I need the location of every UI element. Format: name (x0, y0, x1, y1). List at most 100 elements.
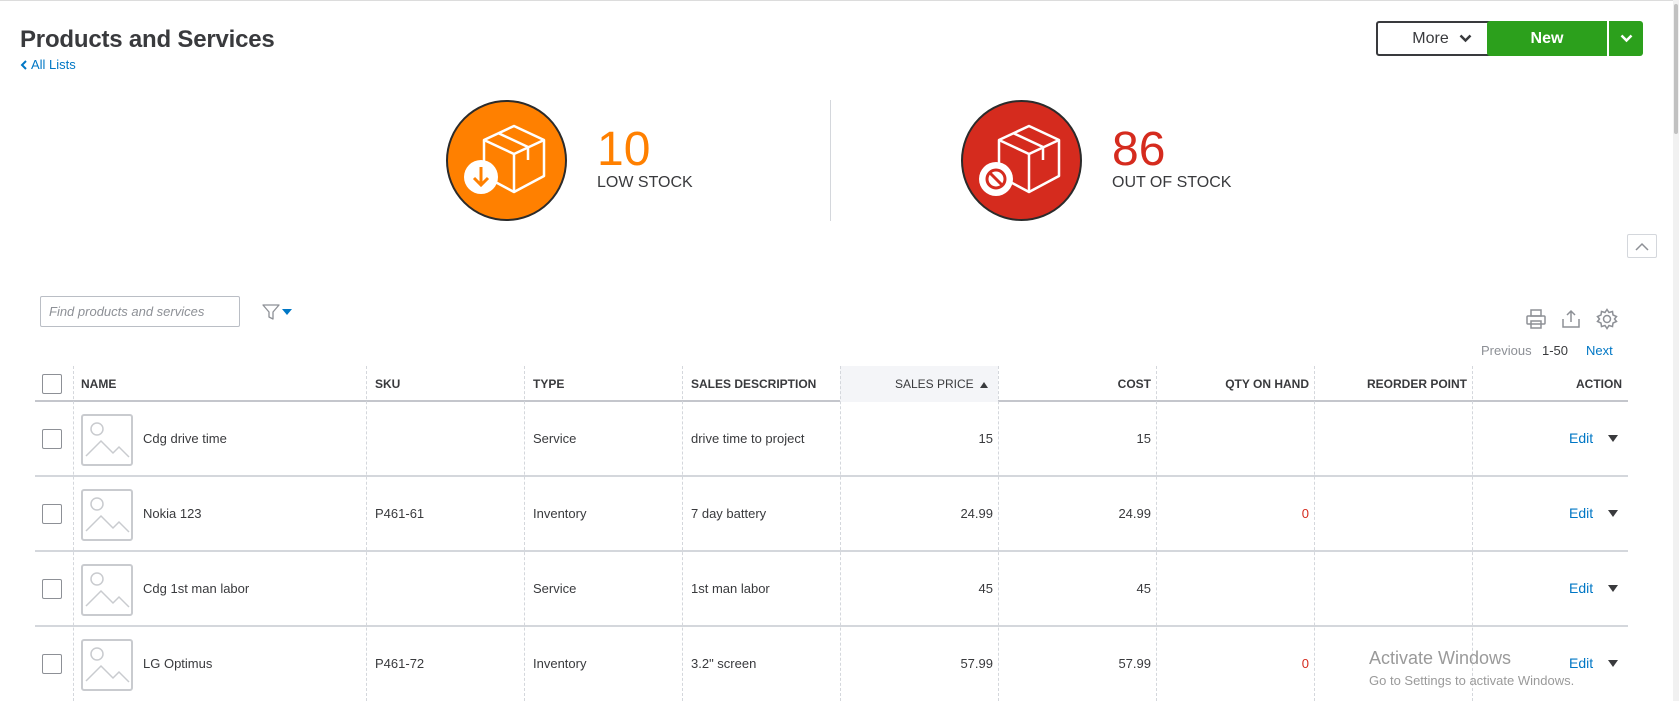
product-cost: 45 (1136, 581, 1151, 596)
product-sales-price: 45 (978, 581, 993, 596)
product-image-placeholder (81, 489, 133, 541)
product-qty-on-hand: 0 (1301, 656, 1309, 671)
sales-price-header-label: SALES PRICE (894, 377, 974, 391)
edit-link[interactable]: Edit (1569, 627, 1593, 700)
product-sku: P461-72 (375, 656, 425, 671)
product-name[interactable]: LG Optimus (143, 627, 212, 700)
print-icon[interactable] (1525, 308, 1547, 330)
column-header-sku[interactable]: SKU (375, 366, 400, 402)
product-description: drive time to project (691, 431, 805, 446)
new-button[interactable]: New (1487, 21, 1607, 56)
caret-down-icon[interactable] (1608, 660, 1618, 667)
product-qty-on-hand (1156, 552, 1309, 625)
low-stock-count: 10 (597, 123, 651, 176)
column-header-sales-price[interactable]: SALES PRICE (840, 366, 998, 402)
column-header-qty-on-hand[interactable]: QTY ON HAND (1156, 366, 1309, 402)
chevron-up-icon (1635, 242, 1649, 251)
product-sales-price: 24.99 (960, 506, 993, 521)
column-separator (524, 366, 525, 701)
row-checkbox[interactable] (42, 504, 62, 524)
product-name[interactable]: Nokia 123 (143, 477, 202, 550)
collapse-summary-button[interactable] (1627, 234, 1657, 258)
column-header-name[interactable]: NAME (81, 366, 116, 402)
product-description: 7 day battery (691, 506, 767, 521)
column-header-reorder-point[interactable]: REORDER POINT (1314, 366, 1467, 402)
table-header: NAME SKU TYPE SALES DESCRIPTION SALES PR… (35, 366, 1628, 402)
search-input[interactable] (40, 296, 240, 327)
caret-down-icon[interactable] (1608, 435, 1618, 442)
image-placeholder-icon (85, 422, 130, 458)
pager-next[interactable]: Next (1586, 343, 1613, 358)
column-header-sales-description[interactable]: SALES DESCRIPTION (691, 366, 816, 402)
product-qty-on-hand: 0 (1301, 506, 1309, 521)
product-cost: 24.99 (1118, 506, 1151, 521)
low-stock-label: LOW STOCK (597, 174, 693, 191)
column-separator (840, 366, 841, 701)
product-sales-price: 57.99 (960, 656, 993, 671)
column-header-cost[interactable]: COST (998, 366, 1151, 402)
pager-range: 1-50 (1542, 343, 1569, 358)
product-cost: 57.99 (1118, 656, 1151, 671)
row-checkbox[interactable] (42, 654, 62, 674)
pager-previous: Previous (1481, 343, 1532, 358)
top-border (0, 0, 1679, 1)
product-reorder-point (1314, 477, 1467, 550)
product-type: Inventory (533, 656, 587, 671)
select-all-checkbox[interactable] (42, 374, 62, 394)
edit-link[interactable]: Edit (1569, 402, 1593, 475)
box-down-icon (464, 124, 546, 194)
column-header-action: ACTION (1576, 377, 1622, 391)
edit-link[interactable]: Edit (1569, 477, 1593, 550)
product-name[interactable]: Cdg drive time (143, 402, 227, 475)
sort-ascending-icon (980, 381, 988, 388)
product-sku: P461-61 (375, 506, 425, 521)
more-label: More (1412, 29, 1449, 47)
product-reorder-point (1314, 402, 1467, 475)
filter-button[interactable] (262, 302, 294, 322)
image-placeholder-icon (85, 572, 130, 608)
all-lists-label: All Lists (31, 57, 76, 72)
image-placeholder-icon (85, 497, 130, 533)
filter-icon (262, 304, 280, 320)
page-title: Products and Services (20, 26, 275, 53)
product-qty-on-hand (1156, 402, 1309, 475)
column-separator (73, 366, 74, 701)
product-image-placeholder (81, 564, 133, 616)
all-lists-link[interactable]: All Lists (20, 57, 76, 72)
out-of-stock-badge[interactable] (961, 100, 1082, 221)
caret-down-icon[interactable] (1608, 510, 1618, 517)
column-separator (998, 366, 999, 701)
new-label: New (1530, 29, 1564, 47)
table-row[interactable]: Nokia 123 P461-61 Inventory 7 day batter… (35, 477, 1628, 552)
chevron-down-icon (1620, 34, 1632, 43)
out-of-stock-label: OUT OF STOCK (1112, 174, 1232, 191)
activate-windows-title: Activate Windows (1369, 648, 1512, 668)
table-row[interactable]: Cdg 1st man labor Service 1st man labor … (35, 552, 1628, 627)
table-row[interactable]: Cdg drive time Service drive time to pro… (35, 402, 1628, 477)
product-image-placeholder (81, 414, 133, 466)
low-stock-badge[interactable] (446, 100, 567, 221)
product-type: Service (533, 431, 577, 446)
column-separator (1314, 366, 1315, 701)
export-icon[interactable] (1560, 308, 1582, 330)
caret-down-icon (282, 309, 292, 315)
product-description: 3.2" screen (691, 656, 757, 671)
new-dropdown-button[interactable] (1609, 21, 1643, 56)
row-checkbox[interactable] (42, 579, 62, 599)
chevron-down-icon (1459, 34, 1472, 43)
product-reorder-point (1314, 552, 1467, 625)
out-of-stock-count: 86 (1112, 123, 1166, 176)
activate-windows-subtitle: Go to Settings to activate Windows. (1369, 673, 1575, 688)
edit-link[interactable]: Edit (1569, 552, 1593, 625)
settings-icon[interactable] (1596, 308, 1618, 330)
product-sales-price: 15 (978, 431, 993, 446)
column-header-type[interactable]: TYPE (533, 366, 564, 402)
product-name[interactable]: Cdg 1st man labor (143, 552, 249, 625)
column-separator (366, 366, 367, 701)
scrollbar-thumb[interactable] (1674, 4, 1678, 134)
row-checkbox[interactable] (42, 429, 62, 449)
product-type: Inventory (533, 506, 587, 521)
summary-divider (830, 100, 831, 221)
column-separator (682, 366, 683, 701)
caret-down-icon[interactable] (1608, 585, 1618, 592)
